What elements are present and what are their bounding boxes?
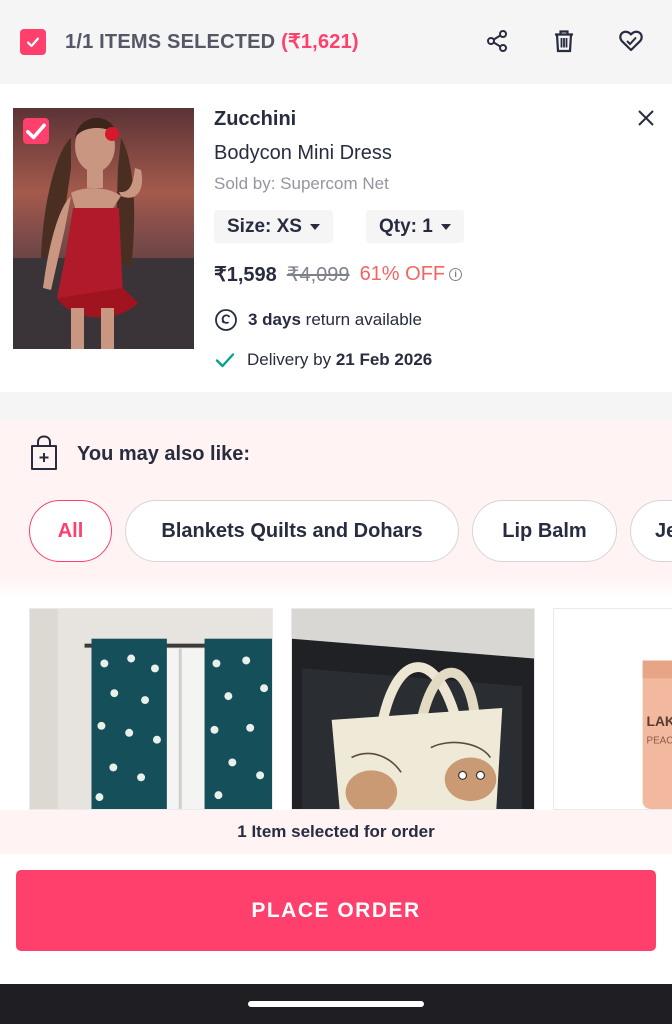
delete-icon[interactable]: [549, 26, 579, 56]
seller-name: Sold by: Supercom Net: [214, 174, 389, 193]
suggested-product-lotion[interactable]: LAK PEAC: [553, 608, 672, 810]
selected-count-bar: 1 Item selected for order: [0, 810, 672, 854]
chevron-down-icon: [440, 223, 451, 230]
tote-bag-photo: [292, 609, 534, 809]
return-info: 3 days return available: [214, 308, 422, 332]
chip-all[interactable]: All: [29, 500, 112, 562]
close-icon: [638, 110, 654, 126]
delivery-prefix: Delivery by: [247, 350, 332, 369]
discount-label: 61% OFF: [359, 263, 446, 285]
price-row: ₹1,598 ₹4,099 61% OFF i: [214, 262, 463, 287]
suggestions-section: You may also like: All Blankets Quilts a…: [0, 420, 672, 810]
remove-item-button[interactable]: [630, 102, 662, 134]
chip-blankets[interactable]: Blankets Quilts and Dohars: [125, 500, 459, 562]
lotion-photo: LAK PEAC: [554, 609, 672, 809]
qty-label: Qty: 1: [379, 215, 433, 237]
order-footer: PLACE ORDER: [0, 854, 672, 984]
selling-price: ₹1,598: [214, 264, 277, 286]
selection-header: 1/1 ITEMS SELECTED (₹1,621): [0, 0, 672, 84]
suggestions-title: You may also like:: [77, 443, 251, 465]
svg-text:LAK: LAK: [647, 713, 672, 729]
section-divider: [0, 392, 672, 420]
check-icon: [26, 123, 46, 140]
suggested-product-tote-bag[interactable]: [291, 608, 535, 810]
return-days: 3 days: [248, 310, 301, 329]
home-indicator[interactable]: [248, 1001, 424, 1007]
return-icon: [215, 309, 237, 331]
item-select-checkbox[interactable]: [23, 118, 49, 144]
cart-item-card: Zucchini Bodycon Mini Dress Sold by: Sup…: [0, 88, 672, 392]
place-order-button[interactable]: PLACE ORDER: [16, 870, 656, 951]
mrp-price: ₹4,099: [286, 264, 350, 286]
items-selected-amount: (₹1,621): [281, 31, 359, 53]
return-text: return available: [305, 310, 422, 329]
product-brand: Zucchini: [214, 108, 297, 130]
info-icon[interactable]: i: [449, 268, 463, 281]
check-icon: [215, 353, 235, 368]
select-all-checkbox[interactable]: [20, 29, 46, 55]
product-image[interactable]: [13, 108, 194, 349]
size-label: Size: XS: [227, 215, 302, 237]
wishlist-icon[interactable]: [616, 26, 646, 56]
chip-lip-balm[interactable]: Lip Balm: [472, 500, 617, 562]
delivery-date: 21 Feb 2026: [335, 350, 433, 369]
qty-selector[interactable]: Qty: 1: [366, 210, 464, 243]
chevron-down-icon: [309, 223, 320, 230]
category-chips: All Blankets Quilts and Dohars Lip Balm …: [29, 500, 672, 564]
suggested-product-curtains[interactable]: [29, 608, 273, 810]
dress-photo: [13, 108, 194, 349]
delivery-info: Delivery by 21 Feb 2026: [214, 349, 432, 371]
svg-text:PEAC: PEAC: [647, 736, 672, 747]
product-name: Bodycon Mini Dress: [214, 142, 392, 164]
items-selected-text: 1/1 ITEMS SELECTED (₹1,621): [65, 29, 359, 54]
shopping-bag-icon: [31, 435, 57, 470]
check-icon: [26, 37, 40, 48]
size-selector[interactable]: Size: XS: [214, 210, 333, 243]
share-icon[interactable]: [482, 26, 512, 56]
chip-je[interactable]: Je: [630, 500, 672, 562]
curtain-photo: [30, 609, 272, 809]
items-selected-label: 1/1 ITEMS SELECTED: [65, 31, 276, 53]
system-nav-bar: [0, 984, 672, 1024]
